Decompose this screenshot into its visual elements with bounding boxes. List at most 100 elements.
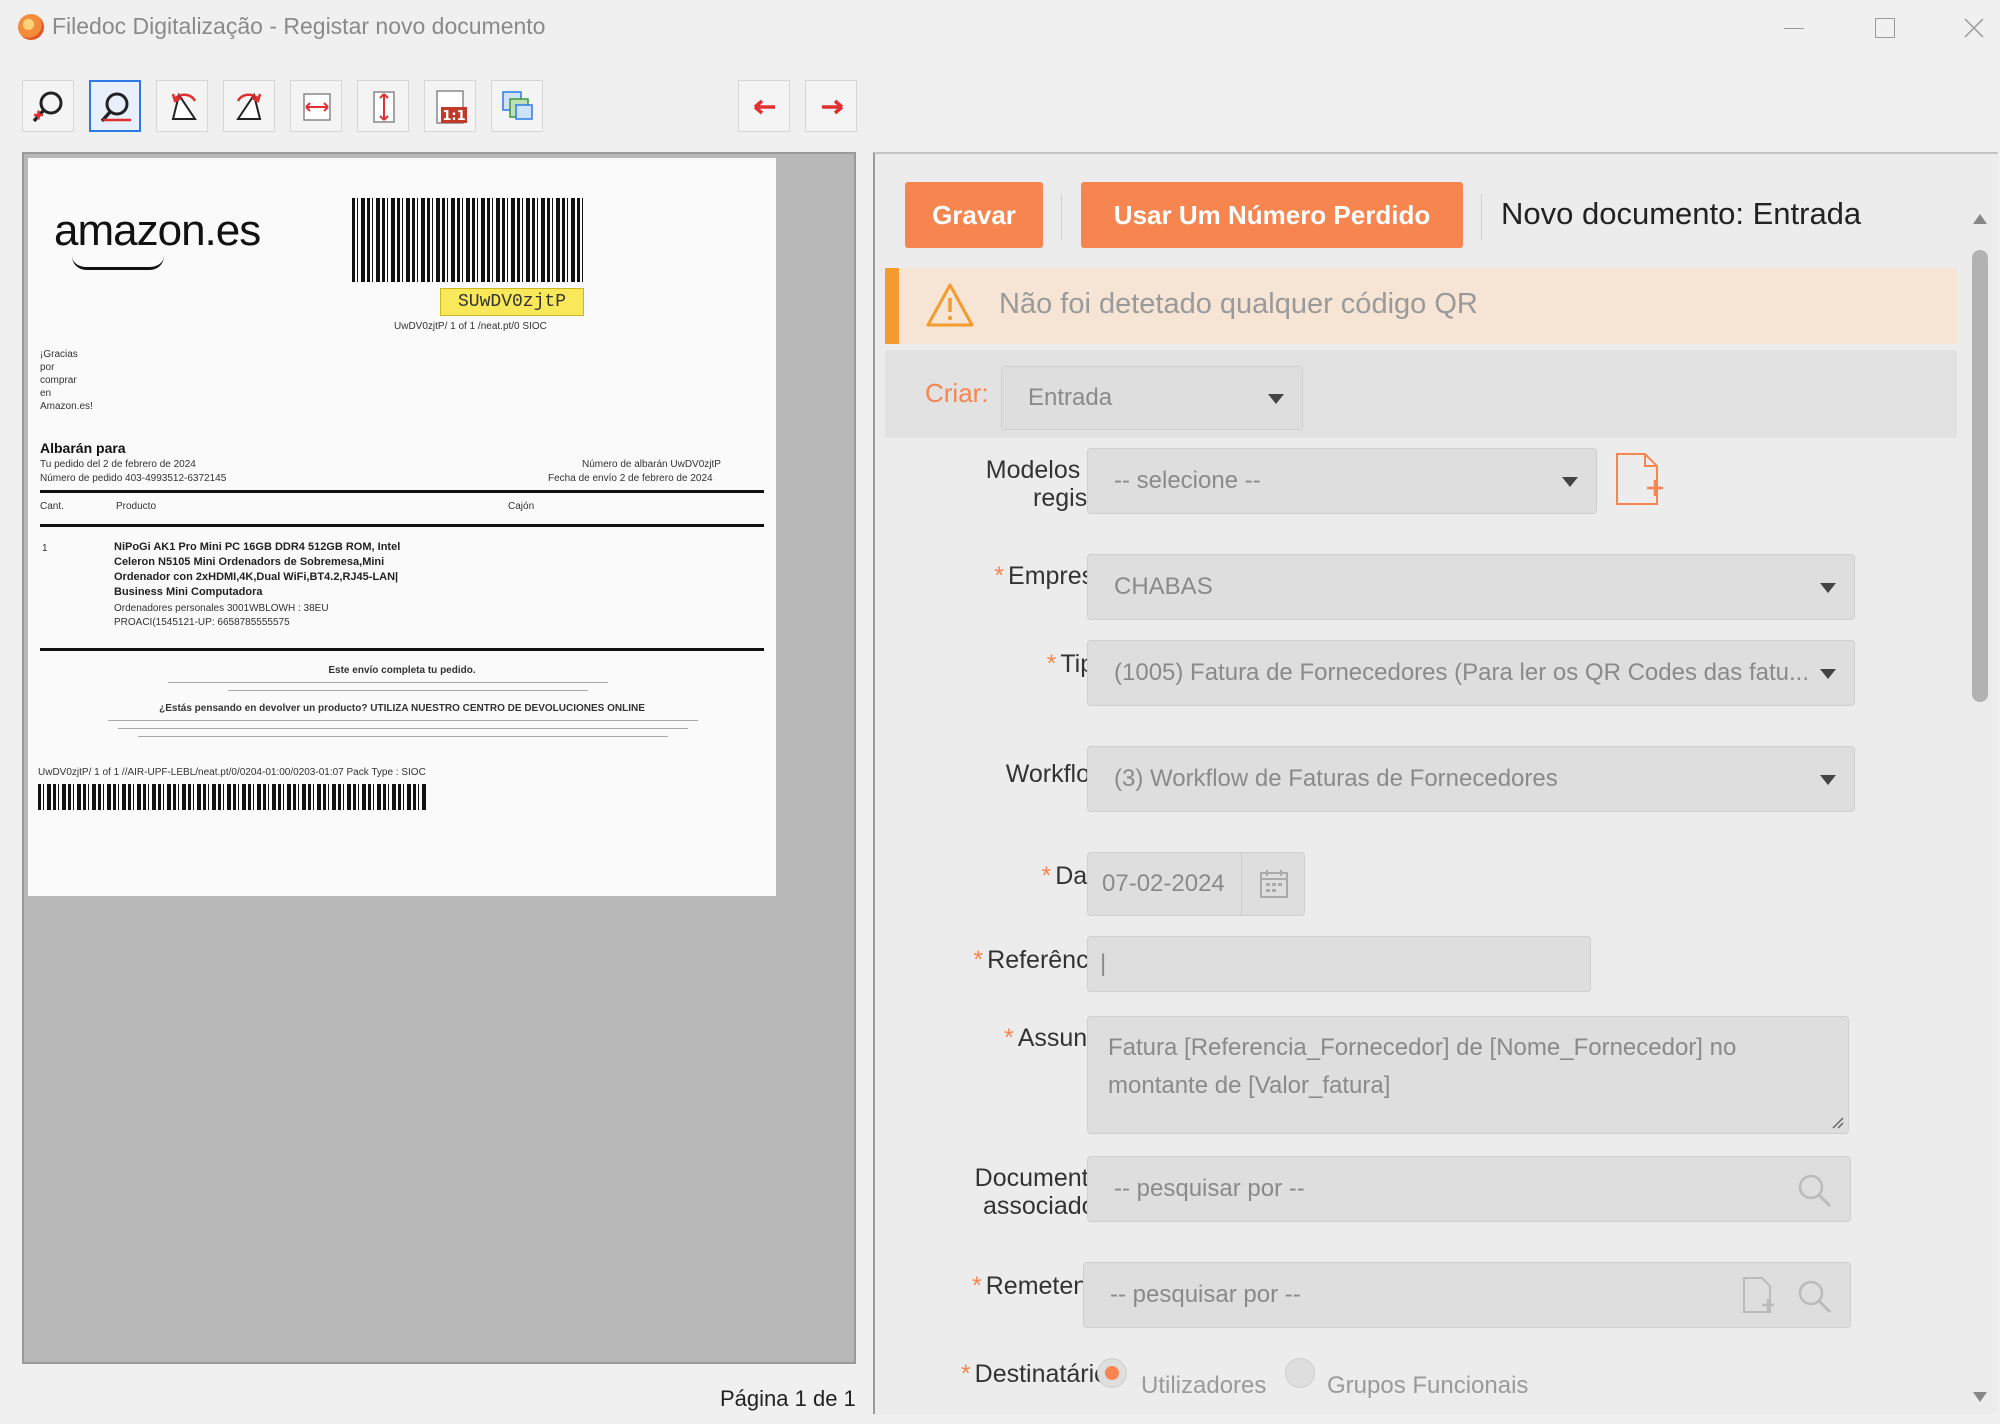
- fit-width-button[interactable]: [290, 80, 342, 132]
- scroll-up-arrow-icon[interactable]: [1973, 214, 1987, 224]
- barcode-bottom: [38, 784, 426, 810]
- close-icon: [1964, 18, 1984, 38]
- form-scrollbar[interactable]: [1970, 214, 1990, 1414]
- prev-page-button[interactable]: [738, 80, 790, 132]
- search-icon[interactable]: [1794, 1276, 1834, 1316]
- criar-label: Criar:: [925, 378, 989, 408]
- fine-print: [228, 690, 588, 691]
- window-title: Filedoc Digitalização - Registar novo do…: [52, 13, 546, 39]
- albaran-title: Albarán para: [40, 440, 126, 456]
- search-icon[interactable]: [1794, 1170, 1834, 1210]
- assunto-label: * Assunto:: [1003, 1024, 1115, 1052]
- remetente-search[interactable]: -- pesquisar por --: [1083, 1262, 1851, 1328]
- remetente-placeholder: -- pesquisar por --: [1110, 1281, 1301, 1308]
- scanned-page: amazon.es SUwDV0zjtP UwDV0zjtP/ 1 of 1 /…: [28, 158, 776, 896]
- empresa-label: * Empresa:: [994, 562, 1115, 590]
- code-caption: UwDV0zjtP/ 1 of 1 /neat.pt/0 SIOC: [394, 321, 547, 332]
- qr-warning-banner: Não foi detetado qualquer código QR: [885, 268, 1957, 344]
- chevron-down-icon: [1820, 669, 1836, 679]
- modelos-select[interactable]: -- selecione --: [1087, 448, 1597, 514]
- fit-height-button[interactable]: [357, 80, 409, 132]
- criar-value: Entrada: [1028, 384, 1113, 411]
- ship-date: Fecha de envío 2 de febrero de 2024: [548, 473, 713, 484]
- data-label: * Data:: [1041, 862, 1116, 890]
- return-question: ¿Estás pensando en devolver un producto?…: [159, 703, 645, 714]
- next-page-button[interactable]: [805, 80, 857, 132]
- order-number: Número de pedido 403-4993512-6372145: [40, 473, 227, 484]
- date-value: 07-02-2024: [1102, 870, 1225, 897]
- assunto-textarea[interactable]: Fatura [Referencia_Fornecedor] de [Nome_…: [1087, 1016, 1849, 1134]
- col-qty: Cant.: [40, 501, 64, 512]
- rotate-right-icon: [236, 92, 262, 120]
- separator: [1061, 194, 1062, 240]
- separator: [1481, 194, 1482, 240]
- calendar-icon: [1260, 870, 1288, 898]
- chevron-down-icon: [1820, 775, 1836, 785]
- tipo-label: *Tipo:: [1046, 650, 1115, 678]
- scroll-thumb[interactable]: [1972, 250, 1988, 702]
- referencia-value: |: [1100, 950, 1107, 977]
- tipo-value: (1005) Fatura de Fornecedores (Para ler …: [1114, 659, 1810, 686]
- referencia-input[interactable]: |: [1087, 936, 1591, 992]
- col-product: Producto: [116, 501, 157, 512]
- workflow-value: (3) Workflow de Faturas de Fornecedores: [1114, 765, 1558, 792]
- calendar-button[interactable]: [1241, 852, 1305, 916]
- prev-page-arrow-icon: [753, 99, 775, 115]
- modelos-label: Modelos de registo:: [985, 456, 1115, 512]
- minimize-button[interactable]: [1768, 8, 1820, 48]
- divider: [40, 524, 764, 527]
- rotate-left-button[interactable]: [156, 80, 208, 132]
- rotate-right-button[interactable]: [223, 80, 275, 132]
- save-button[interactable]: Gravar: [905, 182, 1043, 248]
- document-preview[interactable]: amazon.es SUwDV0zjtP UwDV0zjtP/ 1 of 1 /…: [22, 152, 856, 1364]
- albaran-number: Número de albarán UwDV0zjtP: [582, 459, 721, 470]
- empresa-select[interactable]: CHABAS: [1087, 554, 1855, 620]
- rotate-left-icon: [171, 92, 197, 120]
- workflow-select[interactable]: (3) Workflow de Faturas de Fornecedores: [1087, 746, 1855, 812]
- title-bar: Filedoc Digitalização - Registar novo do…: [0, 0, 2000, 58]
- actual-size-button[interactable]: 1:1: [424, 80, 476, 132]
- fit-width-icon: [303, 93, 331, 121]
- product-sub-1: Ordenadores personales 3001WBLOWH : 38EU: [114, 603, 329, 614]
- workflow-label: Workflow:: [1005, 760, 1115, 788]
- scroll-down-arrow-icon[interactable]: [1973, 1392, 1987, 1402]
- docs-associados-label: Documentos associados:: [974, 1164, 1115, 1220]
- col-location: Cajón: [508, 501, 535, 512]
- barcode-top: [352, 198, 586, 282]
- next-page-arrow-icon: [822, 99, 844, 115]
- radio-utilizadores[interactable]: [1097, 1358, 1127, 1388]
- resize-handle-icon[interactable]: [1830, 1115, 1844, 1129]
- chevron-down-icon: [1820, 583, 1836, 593]
- close-button[interactable]: [1948, 8, 2000, 48]
- multi-page-button[interactable]: [491, 80, 543, 132]
- divider: [40, 648, 764, 651]
- radio-utilizadores-label: Utilizadores: [1141, 1372, 1267, 1399]
- warning-icon: [926, 283, 974, 327]
- document-header: Novo documento: Entrada: [1501, 196, 1862, 231]
- amazon-smile-icon: [72, 256, 164, 270]
- maximize-button[interactable]: [1858, 8, 1910, 48]
- empresa-value: CHABAS: [1114, 573, 1213, 600]
- divider: [40, 490, 764, 493]
- criar-select[interactable]: Entrada: [1001, 366, 1303, 430]
- svg-text:1:1: 1:1: [442, 109, 465, 124]
- modelos-value: -- selecione --: [1114, 467, 1261, 494]
- actual-size-icon: 1:1: [436, 90, 467, 124]
- page-indicator: Página 1 de 1: [720, 1386, 856, 1411]
- zoom-in-button[interactable]: [22, 80, 74, 132]
- fine-print: [168, 682, 608, 683]
- fine-print: [108, 720, 698, 721]
- chevron-down-icon: [1562, 477, 1578, 487]
- zoom-out-button[interactable]: [89, 80, 141, 132]
- use-lost-number-button[interactable]: Usar Um Número Perdido: [1081, 182, 1463, 248]
- tipo-select[interactable]: (1005) Fatura de Fornecedores (Para ler …: [1087, 640, 1855, 706]
- radio-grupos-funcionais[interactable]: [1285, 1358, 1315, 1388]
- new-contact-icon[interactable]: [1738, 1275, 1778, 1315]
- new-document-icon[interactable]: [1611, 452, 1671, 508]
- registration-form: Gravar Usar Um Número Perdido Novo docum…: [873, 152, 1998, 1414]
- detected-code-highlight: SUwDV0zjtP: [440, 288, 584, 316]
- zoom-out-icon: [100, 92, 131, 123]
- amazon-logo: amazon.es: [54, 206, 261, 255]
- docs-associados-search[interactable]: -- pesquisar por --: [1087, 1156, 1851, 1222]
- criar-row: Criar: Entrada: [885, 350, 1957, 438]
